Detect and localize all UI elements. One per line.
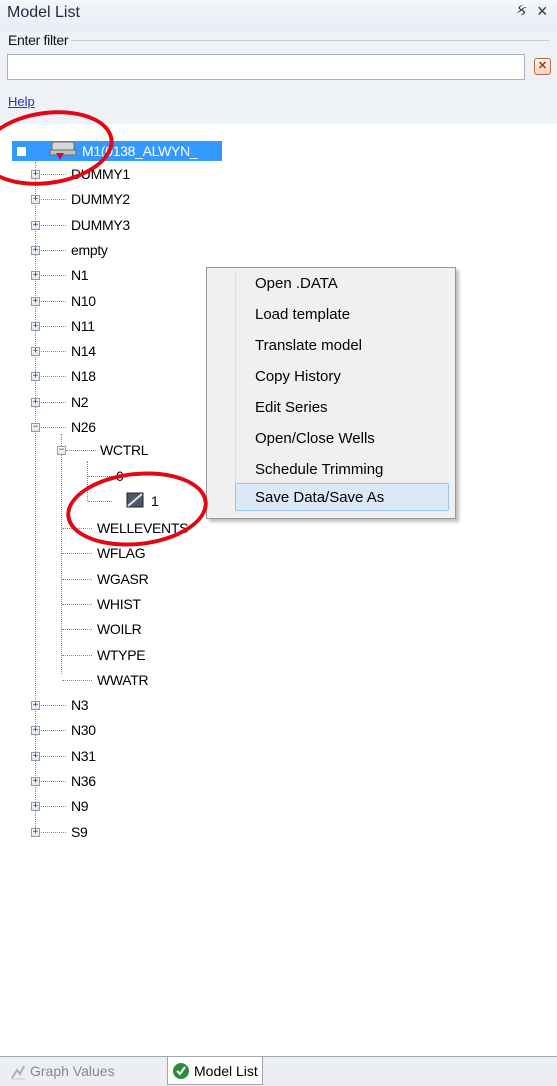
filter-input[interactable] xyxy=(7,54,525,80)
menu-item-schedule-trimming[interactable]: Schedule Trimming xyxy=(255,460,383,480)
bottom-tab-strip: Graph Values Model List xyxy=(0,1056,557,1086)
tab-graph-values-label: Graph Values xyxy=(30,1063,115,1079)
menu-item-edit-series[interactable]: Edit Series xyxy=(255,398,328,418)
expand-icon[interactable]: + xyxy=(31,397,40,407)
group-box-border xyxy=(14,40,549,41)
tree-connector xyxy=(36,224,66,226)
filter-label: Enter filter xyxy=(8,32,72,48)
annotation-circle xyxy=(62,464,212,554)
tree-connector xyxy=(62,629,92,631)
tree-connector xyxy=(36,199,66,201)
expand-icon[interactable]: + xyxy=(31,751,40,761)
tree-connector xyxy=(36,831,66,833)
expand-icon[interactable]: + xyxy=(31,776,40,786)
tree-connector xyxy=(36,376,66,378)
tree-connector xyxy=(36,401,66,403)
tab-graph-values[interactable]: Graph Values xyxy=(4,1057,164,1085)
menu-gutter xyxy=(235,270,236,514)
panel-titlebar: Model List ક × xyxy=(0,0,557,32)
expand-icon[interactable]: + xyxy=(31,271,40,281)
menu-item-load-template[interactable]: Load template xyxy=(255,305,350,325)
tree-item-dummy3[interactable]: DUMMY3 xyxy=(71,214,130,236)
expand-icon[interactable]: + xyxy=(31,372,40,382)
tab-model-list[interactable]: Model List xyxy=(167,1057,263,1085)
tab-model-list-label: Model List xyxy=(194,1063,258,1079)
tree-item-empty[interactable]: empty xyxy=(71,239,108,261)
tree-item-n36[interactable]: N36 xyxy=(71,770,96,792)
model-tree[interactable]: − M1(0138_ALWYN_ − WCTRL 0 1 + DUMMY1 + DUM… xyxy=(0,102,557,1056)
tree-connector xyxy=(36,300,66,302)
tree-item-s9[interactable]: S9 xyxy=(71,821,88,843)
filter-group: Enter filter ✕ Help xyxy=(0,32,557,125)
tree-item-woilr[interactable]: WOILR xyxy=(97,618,142,640)
tree-connector xyxy=(62,679,92,681)
tree-connector xyxy=(36,351,66,353)
tree-connector xyxy=(36,325,66,327)
tree-item-wwatr[interactable]: WWATR xyxy=(97,669,149,691)
help-link[interactable]: Help xyxy=(8,94,35,109)
tree-connector xyxy=(36,755,66,757)
tree-connector xyxy=(36,806,66,808)
tree-item-whist[interactable]: WHIST xyxy=(97,593,141,615)
menu-item-open-data[interactable]: Open .DATA xyxy=(255,274,338,294)
expand-icon[interactable]: + xyxy=(31,802,40,812)
tree-item-dummy2[interactable]: DUMMY2 xyxy=(71,188,130,210)
expand-icon[interactable]: + xyxy=(31,726,40,736)
tree-item-n26[interactable]: N26 xyxy=(71,416,96,438)
tree-connector xyxy=(36,780,66,782)
menu-item-translate-model[interactable]: Translate model xyxy=(255,336,362,356)
tree-connector xyxy=(36,705,66,706)
tree-connector xyxy=(36,730,66,732)
expand-icon[interactable]: + xyxy=(31,321,40,331)
collapse-icon[interactable]: − xyxy=(57,446,66,455)
model-list-icon xyxy=(173,1063,189,1079)
tree-connector xyxy=(62,553,92,555)
expand-icon[interactable]: + xyxy=(31,347,40,357)
tree-item-n3[interactable]: N3 xyxy=(71,694,89,716)
tree-item-n18[interactable]: N18 xyxy=(71,365,96,387)
expand-icon[interactable]: + xyxy=(31,220,40,230)
tree-item-n2[interactable]: N2 xyxy=(71,391,89,413)
tree-item-n31[interactable]: N31 xyxy=(71,745,96,767)
tree-connector xyxy=(62,578,92,580)
collapse-icon[interactable]: − xyxy=(31,423,40,432)
tree-item-n11[interactable]: N11 xyxy=(71,315,95,337)
tree-connector xyxy=(66,450,96,451)
tree-item-wgasr[interactable]: WGASR xyxy=(97,568,149,590)
tree-connector xyxy=(62,603,92,605)
context-menu: Open .DATA Load template Translate model… xyxy=(206,267,456,519)
tree-connector xyxy=(36,275,66,277)
clear-filter-icon[interactable]: ✕ xyxy=(534,58,551,75)
expand-icon[interactable]: + xyxy=(31,827,40,837)
panel-title: Model List xyxy=(7,4,80,21)
tree-item-n9[interactable]: N9 xyxy=(71,795,89,817)
expand-icon[interactable]: + xyxy=(31,245,40,255)
menu-item-save-data[interactable]: Save Data/Save As xyxy=(255,488,384,508)
tree-item-wtype[interactable]: WTYPE xyxy=(97,644,146,666)
expand-icon[interactable]: + xyxy=(31,195,40,205)
tree-item-wctrl[interactable]: WCTRL xyxy=(100,439,149,461)
close-icon[interactable]: × xyxy=(537,1,548,22)
tree-item-n30[interactable]: N30 xyxy=(71,719,96,741)
tree-item-n14[interactable]: N14 xyxy=(71,340,96,362)
expand-icon[interactable]: + xyxy=(31,701,40,710)
tree-connector xyxy=(36,249,66,251)
expand-icon[interactable]: + xyxy=(31,296,40,306)
tree-connector xyxy=(62,654,92,656)
pin-icon[interactable]: ક xyxy=(516,2,527,20)
menu-item-open-close-wells[interactable]: Open/Close Wells xyxy=(255,429,375,449)
menu-item-copy-history[interactable]: Copy History xyxy=(255,367,341,387)
tree-connector xyxy=(36,427,66,428)
tree-item-n10[interactable]: N10 xyxy=(71,290,96,312)
tree-item-n1[interactable]: N1 xyxy=(71,264,89,286)
graph-icon xyxy=(11,1065,25,1080)
